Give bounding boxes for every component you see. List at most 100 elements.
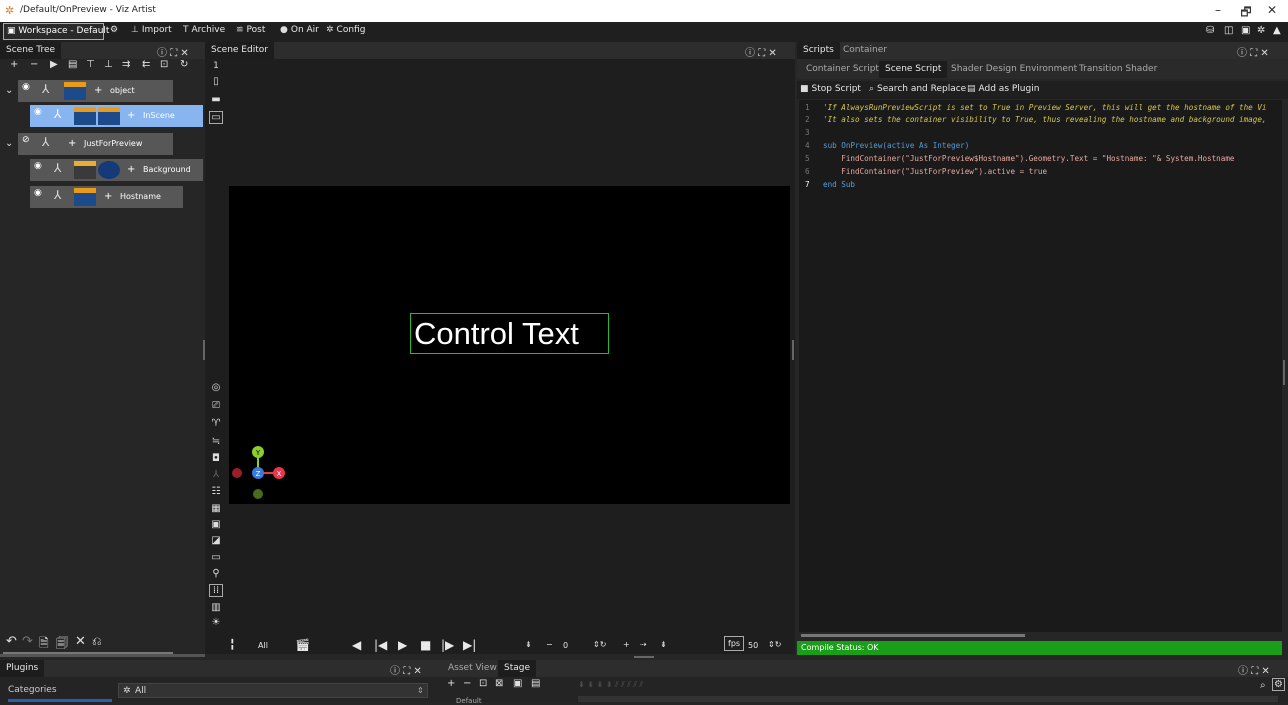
frame-value[interactable]: 0 (563, 641, 568, 650)
monitor-icon[interactable]: ▣ (1241, 25, 1250, 36)
bounding-box-icon[interactable]: ▣ (209, 519, 223, 530)
minus-icon[interactable]: − (546, 640, 553, 649)
help-icon[interactable]: ⓘ (1238, 666, 1248, 677)
link-icon[interactable]: ⎌ (92, 634, 102, 649)
tree-expand-icon[interactable]: ⊤ (86, 59, 95, 70)
minimize-button[interactable]: – (1208, 3, 1228, 17)
tab-scripts[interactable]: Scripts (797, 42, 840, 59)
tab-asset-view[interactable]: Asset View (442, 660, 503, 677)
tab-container-script[interactable]: Container Script (800, 61, 885, 78)
camera-icon[interactable]: ⎚ (209, 400, 223, 411)
clapperboard-icon[interactable]: 🎬︎ (295, 638, 310, 652)
add-icon[interactable]: + (447, 678, 455, 689)
layout-icon[interactable]: ◫ (1224, 25, 1233, 36)
warning-icon[interactable]: ▲ (1273, 25, 1281, 36)
light-icon[interactable]: ♈ (209, 418, 223, 429)
categories-select[interactable]: ✲ All ⇕ (118, 683, 428, 698)
redo-icon[interactable]: ↷ (22, 634, 33, 649)
frame-icon[interactable]: ⊡ (479, 678, 487, 689)
right-splitter-handle[interactable] (792, 340, 794, 360)
layer-back-icon[interactable]: ▭ (209, 111, 223, 124)
close-icon[interactable]: ✕ (180, 48, 188, 59)
axis-toggle-icon[interactable]: ⅄ (209, 469, 223, 480)
stop-icon[interactable]: ■ (420, 638, 431, 652)
close-icon[interactable]: ✕ (413, 666, 421, 677)
keyframe-down-icon[interactable]: ⇟ (660, 640, 667, 649)
control-text-bbox[interactable]: Control Text (410, 313, 609, 354)
add-as-plugin-button[interactable]: ▤ Add as Plugin (967, 84, 1039, 94)
tree-collapse-icon[interactable]: ⊥ (104, 59, 113, 70)
snowflake-icon[interactable]: ✲ (1257, 25, 1265, 36)
play-icon[interactable]: ▶ (50, 59, 58, 70)
left-splitter-handle[interactable] (203, 340, 205, 360)
skip-start-icon[interactable]: |◀ (374, 638, 387, 652)
add-child-icon[interactable]: + (127, 110, 135, 121)
help-icon[interactable]: ⓘ (157, 48, 167, 59)
chevron-down-icon[interactable]: ⌄ (5, 85, 13, 96)
next-key-icon[interactable]: ⇢ (640, 640, 647, 649)
visibility-lock-icon[interactable]: ◉ (22, 82, 40, 100)
bottom-splitter-handle[interactable] (634, 656, 654, 658)
menu-post[interactable]: ≌ Post (236, 25, 265, 35)
stats-icon[interactable]: ▥ (209, 602, 223, 613)
play-reverse-icon[interactable]: ◀ (352, 638, 361, 652)
tab-scene-script[interactable]: Scene Script (879, 61, 948, 78)
grid-overlay-icon[interactable]: ⁞⁞ (209, 584, 223, 597)
binoculars-icon[interactable]: ☷ (209, 486, 223, 497)
restore-button[interactable]: 🗗 (1236, 3, 1256, 24)
maximize-icon[interactable]: ⛶ (1250, 48, 1257, 59)
texture-icon[interactable]: ◪ (209, 535, 223, 546)
merge-icon[interactable]: ⇉ (122, 59, 130, 70)
code-editor[interactable] (799, 100, 1282, 632)
tab-scene-tree[interactable]: Scene Tree (0, 42, 62, 59)
close-icon[interactable]: ✕ (1261, 666, 1269, 677)
add-icon[interactable]: + (10, 59, 18, 70)
database-icon[interactable]: ⛁ (1206, 25, 1214, 36)
tree-node-object[interactable]: ◉ ⅄ + object (18, 80, 173, 102)
add-child-icon[interactable]: + (127, 164, 135, 175)
frame-icon[interactable]: ⊡ (160, 59, 168, 70)
fps-spinner-icon[interactable]: ⇕↻ (768, 640, 781, 649)
all-label[interactable]: All (258, 641, 268, 650)
rectangle-icon[interactable]: ▭ (209, 552, 223, 563)
menu-archive[interactable]: T Archive (183, 25, 225, 35)
visibility-lock-icon[interactable]: ◉ (34, 107, 52, 125)
visibility-lock-icon[interactable]: ◉ (34, 161, 52, 179)
close-icon[interactable]: ✕ (1260, 48, 1268, 59)
maximize-icon[interactable]: ⛶ (403, 666, 410, 677)
safe-area-icon[interactable]: ◘ (209, 453, 223, 464)
stage-settings-gear-icon[interactable]: ⚙ (1272, 678, 1285, 691)
visibility-lock-icon[interactable]: ◉ (34, 188, 52, 206)
close-button[interactable]: ✕ (1262, 3, 1282, 17)
play-icon[interactable]: ▶ (398, 638, 407, 652)
code-hscrollbar[interactable] (801, 634, 1025, 637)
tree-node-justforpreview[interactable]: ⊘ ⅄ + JustForPreview (18, 133, 173, 155)
workspace-selector[interactable]: ▣ Workspace - Default (3, 23, 109, 40)
add-child-icon[interactable]: + (104, 191, 112, 202)
layer-main-icon[interactable]: ▬ (209, 94, 223, 105)
close-icon[interactable]: ✕ (768, 48, 776, 59)
pin-icon[interactable]: ⚲ (209, 568, 223, 579)
maximize-icon[interactable]: ⛶ (758, 48, 765, 59)
align-icon[interactable]: ≒ (209, 436, 223, 447)
help-icon[interactable]: ⓘ (1237, 48, 1247, 59)
render-canvas[interactable]: Control Text (229, 186, 790, 504)
add-child-icon[interactable]: + (94, 85, 102, 96)
search-replace-button[interactable]: ⌕ Search and Replace (869, 84, 966, 94)
close-scene-icon[interactable]: ✕ (75, 634, 86, 649)
tab-transition-shader[interactable]: Transition Shader (1073, 61, 1163, 78)
keyframe-icon[interactable]: ⇟ (525, 640, 532, 649)
undo-icon[interactable]: ↶ (6, 634, 17, 649)
tab-scene-editor[interactable]: Scene Editor (205, 42, 274, 59)
plus-icon[interactable]: + (623, 640, 630, 649)
axis-gizmo[interactable]: Y X Z (228, 440, 290, 502)
stop-script-button[interactable]: ■ Stop Script (800, 84, 861, 94)
add-child-icon[interactable]: + (68, 138, 76, 149)
tab-plugins[interactable]: Plugins (0, 660, 45, 677)
menu-import[interactable]: ⊥ Import (131, 25, 172, 35)
sun-icon[interactable]: ☀ (209, 617, 223, 628)
fps-toggle-icon[interactable]: fps (724, 636, 745, 651)
grid-icon[interactable]: ▦ (209, 503, 223, 514)
tree-node-background[interactable]: ◉ ⅄ + Background (30, 159, 203, 181)
settings-gear-icon[interactable]: ⚙ (110, 25, 118, 35)
